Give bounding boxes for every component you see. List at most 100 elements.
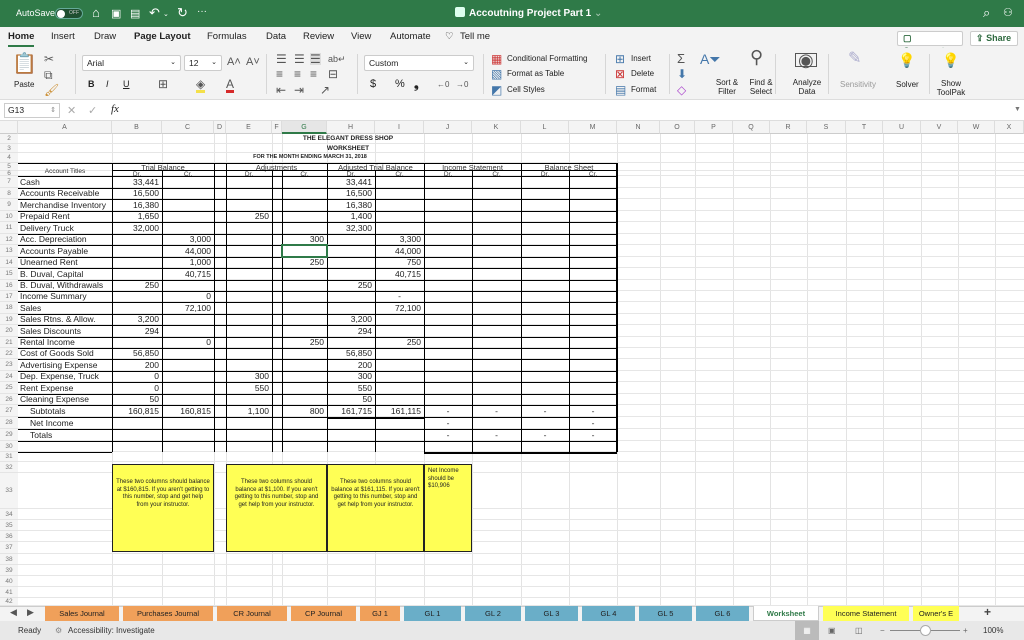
row-header-37[interactable]: 37 xyxy=(0,542,18,554)
cell-bs-dr[interactable]: - xyxy=(521,429,569,441)
undo-icon[interactable]: ↶ xyxy=(149,5,160,21)
column-header-u[interactable]: U xyxy=(883,121,921,134)
row-header-10[interactable]: 10 xyxy=(0,211,18,222)
cell-atb-dr[interactable]: 3,200 xyxy=(327,314,375,325)
cell-adj-cr[interactable]: 250 xyxy=(282,337,327,348)
tab-data[interactable]: Data xyxy=(266,31,286,42)
cell-atb-cr[interactable]: 72,100 xyxy=(375,302,424,314)
analyze-data-button[interactable]: Analyze Data xyxy=(790,78,824,96)
tab-formulas[interactable]: Formulas xyxy=(207,31,247,42)
align-bottom-icon[interactable]: ☰ xyxy=(310,53,321,65)
sort-filter-button[interactable]: Sort & Filter xyxy=(712,78,742,96)
solver-button[interactable]: Solver xyxy=(896,80,919,89)
column-header-x[interactable]: X xyxy=(995,121,1024,134)
cell-atb-dr[interactable]: 50 xyxy=(327,394,375,405)
column-header-k[interactable]: K xyxy=(472,121,521,134)
insert-button[interactable]: Insert xyxy=(631,54,651,63)
fill-icon[interactable]: ⬇ xyxy=(677,68,687,80)
cell-atb-dr[interactable]: 33,441 xyxy=(327,176,375,188)
row-header-34[interactable]: 34 xyxy=(0,509,18,520)
decrease-decimal-icon[interactable]: →0 xyxy=(456,79,468,91)
decrease-indent-icon[interactable]: ⇤ xyxy=(276,84,286,96)
sheet-tab-gl-5[interactable]: GL 5 xyxy=(639,606,692,621)
cell-atb-dr[interactable]: 32,300 xyxy=(327,222,375,234)
selected-cell-g13[interactable] xyxy=(281,244,328,258)
prev-sheet-icon[interactable]: ◀ xyxy=(10,607,17,618)
sheet-tab-gl-2[interactable]: GL 2 xyxy=(465,606,521,621)
row-header-26[interactable]: 26 xyxy=(0,394,18,405)
align-left-icon[interactable]: ≡ xyxy=(276,68,283,80)
cell-bs-cr[interactable]: - xyxy=(569,429,617,441)
column-header-m[interactable]: M xyxy=(569,121,617,134)
row-header-29[interactable]: 29 xyxy=(0,429,18,441)
row-header-2[interactable]: 2 xyxy=(0,134,18,144)
cell-is-dr[interactable]: - xyxy=(424,417,472,429)
zoom-out-icon[interactable]: − xyxy=(880,621,885,640)
sheet-tab-income-statement[interactable]: Income Statement xyxy=(823,606,909,621)
row-header-21[interactable]: 21 xyxy=(0,337,18,348)
normal-view-icon[interactable]: ▦ xyxy=(795,621,819,640)
cell-tb-dr[interactable]: 3,200 xyxy=(112,314,162,325)
row-header-28[interactable]: 28 xyxy=(0,417,18,429)
column-header-f[interactable]: F xyxy=(272,121,282,134)
cell-adj-cr[interactable]: 250 xyxy=(282,257,327,268)
zoom-slider-thumb[interactable] xyxy=(920,625,931,636)
cell-tb-dr[interactable]: 16,380 xyxy=(112,199,162,211)
column-header-s[interactable]: S xyxy=(807,121,846,134)
tab-automate[interactable]: Automate xyxy=(390,31,431,42)
column-header-d[interactable]: D xyxy=(214,121,226,134)
cell-tb-dr[interactable]: 0 xyxy=(112,382,162,394)
row-header-14[interactable]: 14 xyxy=(0,257,18,268)
cell-tb-cr[interactable]: 3,000 xyxy=(162,234,214,245)
row-header-3[interactable]: 3 xyxy=(0,144,18,153)
underline-button[interactable]: U xyxy=(123,79,130,89)
cell-atb-dr[interactable]: 1,400 xyxy=(327,211,375,222)
row-header-33[interactable]: 33 xyxy=(0,473,18,509)
row-header-41[interactable]: 41 xyxy=(0,587,18,598)
increase-font-icon[interactable]: A˄ xyxy=(227,56,241,68)
sheet-tab-cr-journal[interactable]: CR Journal xyxy=(217,606,287,621)
undo-dropdown-icon[interactable]: ⌄ xyxy=(163,10,169,18)
format-painter-icon[interactable]: 🖌 xyxy=(44,84,59,96)
cell-tb-cr[interactable]: 40,715 xyxy=(162,268,214,280)
row-header-8[interactable]: 8 xyxy=(0,188,18,199)
cell-tb-cr[interactable]: 160,815 xyxy=(162,405,214,417)
sheet-tab-gj-1[interactable]: GJ 1 xyxy=(360,606,400,621)
sheet-tab-cp-journal[interactable]: CP Journal xyxy=(291,606,356,621)
row-header-20[interactable]: 20 xyxy=(0,325,18,337)
tab-view[interactable]: View xyxy=(351,31,371,42)
orientation-icon[interactable]: ↗ xyxy=(320,84,330,96)
number-format-select[interactable]: Custom ⌄ xyxy=(364,55,474,71)
sheet-tab-purchases-journal[interactable]: Purchases Journal xyxy=(123,606,213,621)
decrease-font-icon[interactable]: A˅ xyxy=(246,56,260,68)
row-header-7[interactable]: 7 xyxy=(0,176,18,188)
tab-draw[interactable]: Draw xyxy=(94,31,116,42)
row-header-17[interactable]: 17 xyxy=(0,291,18,302)
row-header-25[interactable]: 25 xyxy=(0,382,18,394)
sheet-tab-gl-1[interactable]: GL 1 xyxy=(404,606,461,621)
cell-atb-cr[interactable]: 161,115 xyxy=(375,405,424,417)
cell-atb-dr[interactable]: 56,850 xyxy=(327,348,375,359)
cell-adj-dr[interactable]: 250 xyxy=(226,211,272,222)
share-people-icon[interactable]: ⚇ xyxy=(1003,6,1013,19)
next-sheet-icon[interactable]: ▶ xyxy=(27,607,34,618)
cell-adj-dr[interactable]: 300 xyxy=(226,371,272,382)
sheet-tab-worksheet[interactable]: Worksheet xyxy=(753,606,819,621)
copy-icon[interactable]: ⧉ xyxy=(44,69,53,81)
row-header-40[interactable]: 40 xyxy=(0,576,18,587)
cell-atb-cr[interactable]: - xyxy=(375,291,424,302)
column-header-p[interactable]: P xyxy=(695,121,733,134)
row-header-19[interactable]: 19 xyxy=(0,314,18,325)
row-header-16[interactable]: 16 xyxy=(0,280,18,291)
cell-tb-dr[interactable]: 200 xyxy=(112,359,162,371)
tab-home[interactable]: Home xyxy=(8,31,35,47)
align-top-icon[interactable]: ☰ xyxy=(276,53,287,65)
cell-atb-dr[interactable]: 161,715 xyxy=(327,405,375,417)
column-header-g[interactable]: G xyxy=(282,121,327,134)
row-header-11[interactable]: 11 xyxy=(0,222,18,234)
column-header-b[interactable]: B xyxy=(112,121,162,134)
tab-insert[interactable]: Insert xyxy=(51,31,75,42)
row-header-38[interactable]: 38 xyxy=(0,554,18,565)
cell-bs-cr[interactable]: - xyxy=(569,405,617,417)
cell-atb-dr[interactable]: 16,380 xyxy=(327,199,375,211)
